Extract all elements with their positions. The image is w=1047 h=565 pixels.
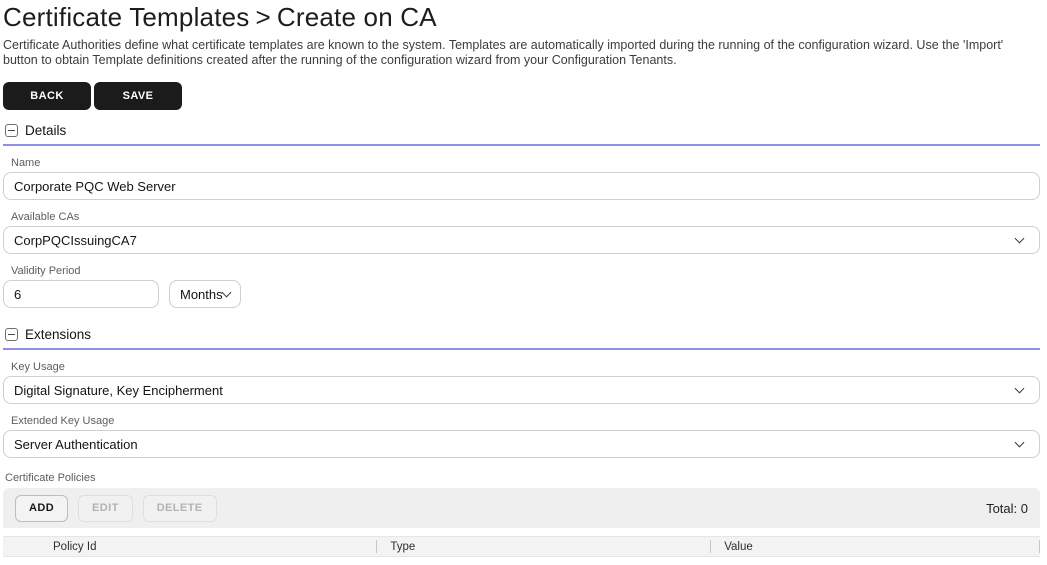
available-cas-selected-value: CorpPQCIssuingCA7 <box>14 233 137 248</box>
column-divider <box>1039 540 1040 553</box>
delete-policy-button[interactable]: DELETE <box>143 495 217 522</box>
breadcrumb-create-on-ca: Create on CA <box>277 2 437 32</box>
column-divider <box>710 540 711 553</box>
column-header-value: Value <box>710 537 1040 556</box>
details-section-header: Details <box>3 123 1040 146</box>
policies-total-count: Total: 0 <box>986 501 1028 516</box>
policies-table-header: Policy Id Type Value <box>3 536 1040 557</box>
chevron-down-icon <box>1015 383 1025 393</box>
add-policy-button[interactable]: ADD <box>15 495 68 522</box>
name-input[interactable] <box>3 172 1040 200</box>
certificate-policies-label: Certificate Policies <box>5 472 1040 484</box>
key-usage-select[interactable]: Digital Signature, Key Encipherment <box>3 376 1040 404</box>
breadcrumb-certificate-templates[interactable]: Certificate Templates <box>3 2 250 32</box>
edit-policy-button[interactable]: EDIT <box>78 495 133 522</box>
details-section-title: Details <box>25 123 66 138</box>
column-header-type: Type <box>376 537 710 556</box>
extensions-section-title: Extensions <box>25 327 91 342</box>
column-divider <box>376 540 377 553</box>
extended-key-usage-selected-value: Server Authentication <box>14 437 138 452</box>
page-title: Certificate Templates>Create on CA <box>3 2 1040 33</box>
available-cas-select[interactable]: CorpPQCIssuingCA7 <box>3 226 1040 254</box>
available-cas-label: Available CAs <box>11 211 1040 223</box>
column-header-policy-id: Policy Id <box>3 537 376 556</box>
key-usage-label: Key Usage <box>11 361 1040 373</box>
validity-unit-select[interactable]: Months <box>169 280 241 308</box>
save-button[interactable]: SAVE <box>94 82 182 110</box>
extensions-collapse-icon[interactable] <box>5 328 18 341</box>
name-field-label: Name <box>11 157 1040 169</box>
details-collapse-icon[interactable] <box>5 124 18 137</box>
extended-key-usage-label: Extended Key Usage <box>11 415 1040 427</box>
extensions-section-header: Extensions <box>3 327 1040 350</box>
create-on-ca-page: Certificate Templates>Create on CA Certi… <box>0 0 1047 565</box>
breadcrumb-separator: > <box>256 2 271 32</box>
validity-period-label: Validity Period <box>11 265 1040 277</box>
chevron-down-icon <box>1015 233 1025 243</box>
validity-period-row: Months <box>3 280 1040 308</box>
policies-table-body-empty <box>3 557 1040 565</box>
validity-period-input[interactable] <box>3 280 159 308</box>
certificate-policies-table: Policy Id Type Value <box>3 536 1040 565</box>
certificate-policies-toolbar: ADD EDIT DELETE Total: 0 <box>3 488 1040 528</box>
action-button-row: BACK SAVE <box>3 82 1040 110</box>
chevron-down-icon <box>1015 437 1025 447</box>
back-button[interactable]: BACK <box>3 82 91 110</box>
extended-key-usage-select[interactable]: Server Authentication <box>3 430 1040 458</box>
key-usage-selected-value: Digital Signature, Key Encipherment <box>14 383 223 398</box>
page-description: Certificate Authorities define what cert… <box>3 38 1040 67</box>
validity-unit-selected-value: Months <box>180 287 223 302</box>
